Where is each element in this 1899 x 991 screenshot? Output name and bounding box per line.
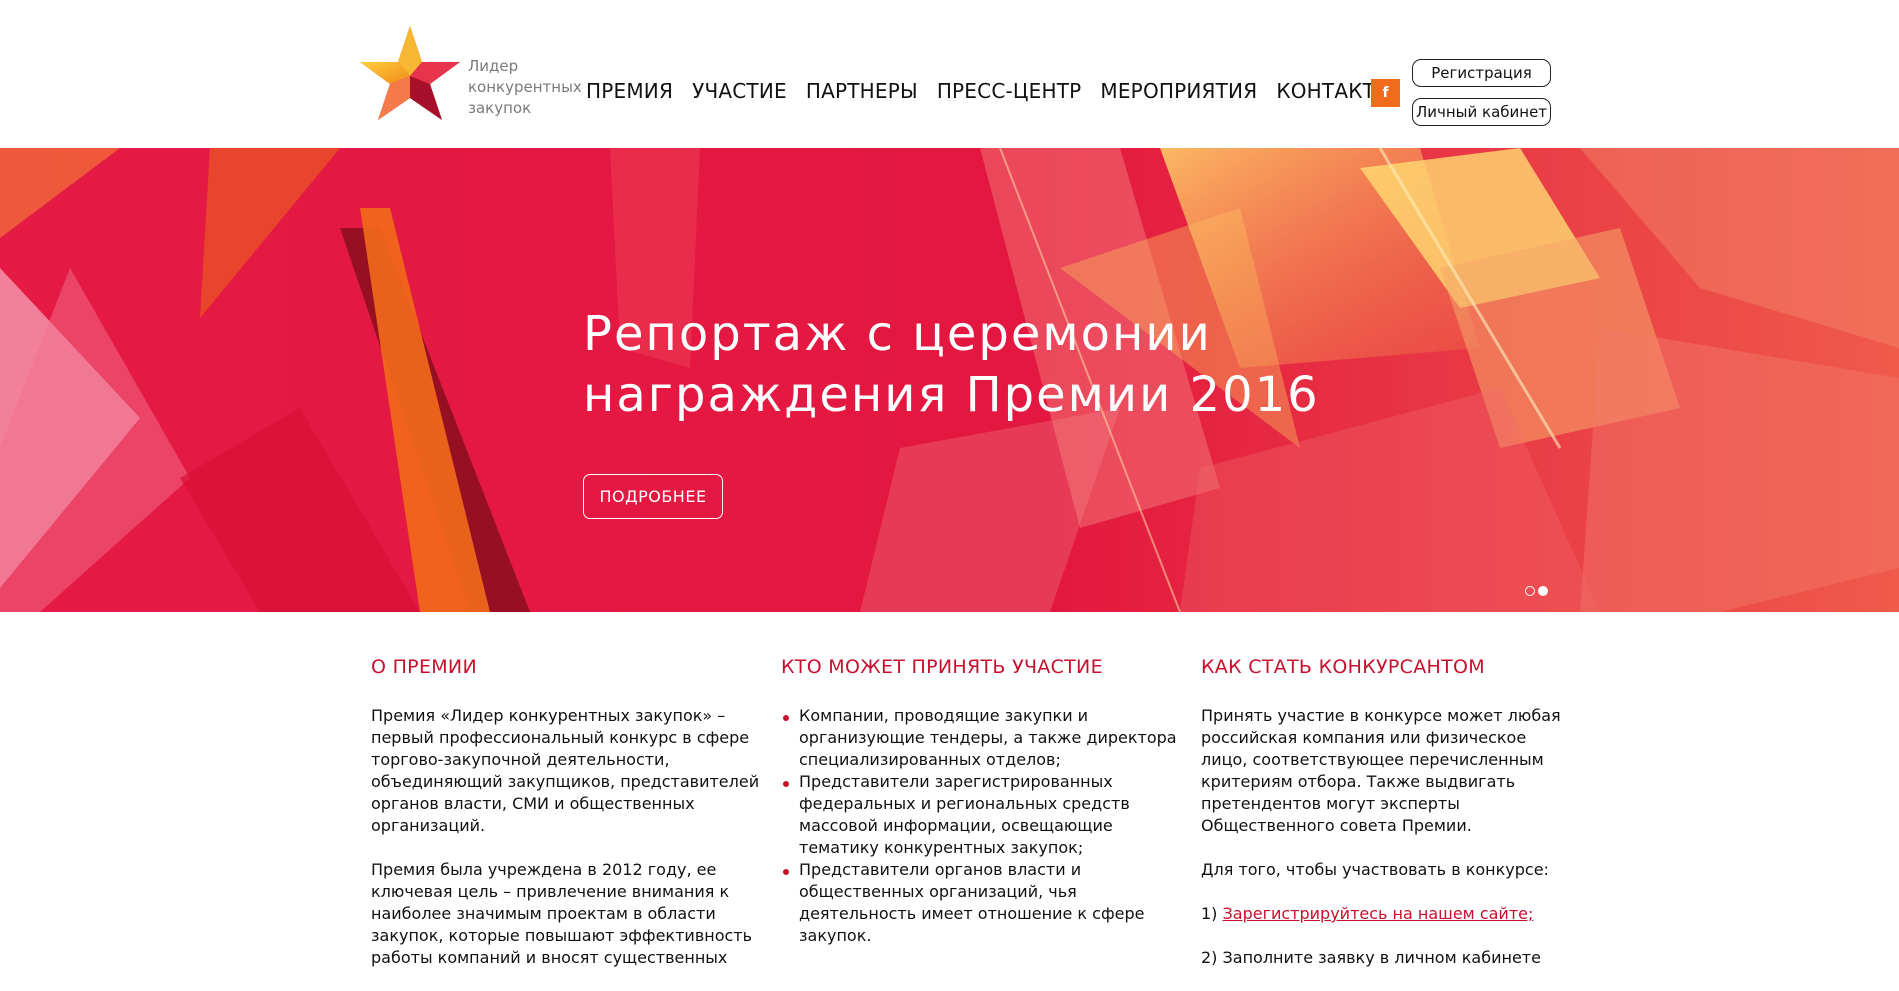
site-header: Лидер конкурентных закупок ПРЕМИЯ УЧАСТИ… [0, 0, 1899, 148]
site-logo[interactable]: Лидер конкурентных закупок [358, 24, 582, 124]
hero-title-line: Репортаж с церемонии [583, 306, 1212, 363]
slider-dot[interactable] [1525, 586, 1535, 596]
who-title: КТО МОЖЕТ ПРИНЯТЬ УЧАСТИЕ [781, 656, 1103, 678]
logo-line: конкурентных [468, 78, 582, 96]
register-link[interactable]: Зарегистрируйтесь на нашем сайте; [1223, 904, 1534, 923]
logo-line: закупок [468, 99, 532, 117]
nav-item-premiya[interactable]: ПРЕМИЯ [586, 79, 673, 103]
list-item: Компании, проводящие закупки и организую… [781, 705, 1181, 771]
register-button[interactable]: Регистрация [1412, 59, 1551, 87]
hero-more-button[interactable]: ПОДРОБНЕЕ [583, 474, 723, 519]
how-step: 2) Заполните заявку в личном кабинете [1201, 948, 1541, 967]
who-list: Компании, проводящие закупки и организую… [781, 705, 1181, 947]
nav-item-partnery[interactable]: ПАРТНЕРЫ [806, 79, 918, 103]
list-item: Представители зарегистрированных федерал… [781, 771, 1181, 859]
main-nav: ПРЕМИЯ УЧАСТИЕ ПАРТНЕРЫ ПРЕСС-ЦЕНТР МЕРО… [586, 79, 1393, 103]
slider-dot-active[interactable] [1538, 586, 1548, 596]
about-column: О ПРЕМИИ Премия «Лидер конкурентных заку… [371, 656, 766, 991]
how-title: КАК СТАТЬ КОНКУРСАНТОМ [1201, 656, 1485, 678]
main-content: О ПРЕМИИ Премия «Лидер конкурентных заку… [0, 612, 1899, 967]
about-title: О ПРЕМИИ [371, 656, 477, 678]
nav-item-uchastie[interactable]: УЧАСТИЕ [692, 79, 787, 103]
personal-cabinet-button[interactable]: Личный кабинет [1412, 98, 1551, 126]
step-number: 1) [1201, 904, 1223, 923]
logo-line: Лидер [468, 57, 519, 75]
hero-title: Репортаж с церемонии награждения Премии … [583, 304, 1383, 426]
slider-dots [1525, 586, 1548, 596]
list-item: Представители органов власти и обществен… [781, 859, 1181, 947]
how-column: КАК СТАТЬ КОНКУРСАНТОМ Принять участие в… [1201, 656, 1561, 991]
logo-text: Лидер конкурентных закупок [468, 56, 588, 119]
how-paragraph: Для того, чтобы участвовать в конкурсе: [1201, 860, 1549, 879]
nav-item-press-center[interactable]: ПРЕСС-ЦЕНТР [937, 79, 1082, 103]
logo-star-icon [360, 26, 460, 120]
nav-item-meropriyatiya[interactable]: МЕРОПРИЯТИЯ [1100, 79, 1257, 103]
who-column: КТО МОЖЕТ ПРИНЯТЬ УЧАСТИЕ Компании, пров… [781, 656, 1181, 947]
how-paragraph: Принять участие в конкурсе может любая р… [1201, 706, 1561, 835]
hero-title-line: награждения Премии 2016 [583, 367, 1320, 424]
about-paragraph: Премия «Лидер конкурентных закупок» – пе… [371, 706, 760, 835]
how-step: 1) Зарегистрируйтесь на нашем сайте; [1201, 903, 1561, 925]
facebook-icon[interactable]: f [1371, 79, 1400, 107]
hero-slider: Репортаж с церемонии награждения Премии … [0, 148, 1899, 612]
about-paragraph: Премия была учреждена в 2012 году, ее кл… [371, 860, 753, 967]
